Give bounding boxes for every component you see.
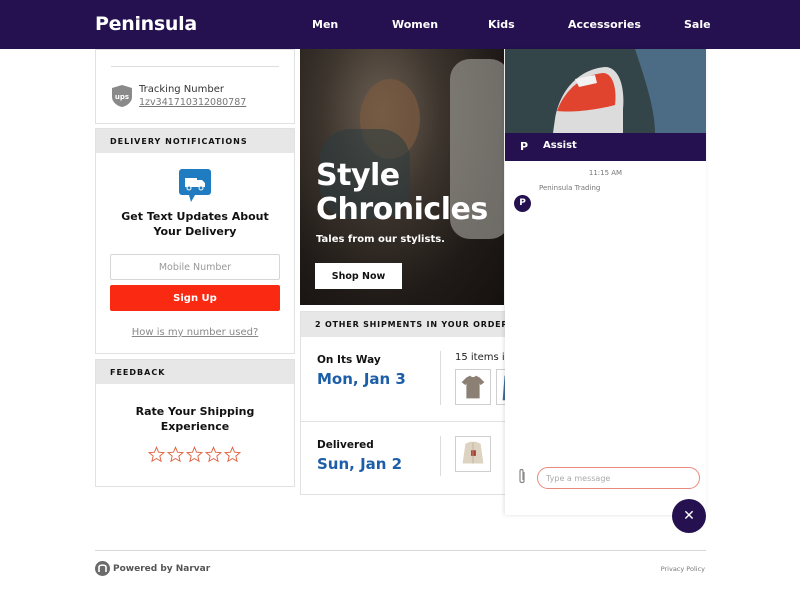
chat-header-photo (505, 49, 706, 133)
hero-title: Style Chronicles (316, 159, 488, 227)
chat-panel: P Assist 11:15 AM Peninsula Trading P (505, 49, 706, 515)
shipment-date: Sun, Jan 2 (317, 455, 403, 473)
text-updates-line1: Get Text Updates About (121, 210, 269, 223)
hero-title-line2: Chronicles (316, 192, 488, 227)
tracking-label: Tracking Number (139, 84, 224, 95)
tracking-number-link[interactable]: 1zv341710312080787 (139, 97, 246, 108)
star-icon[interactable] (148, 446, 165, 463)
divider (440, 436, 441, 476)
truck-message-icon (179, 169, 211, 202)
star-rating (148, 446, 241, 463)
hero-title-line1: Style (316, 158, 400, 193)
hero-subtitle: Tales from our stylists. (316, 234, 445, 245)
shipment-row[interactable]: Delivered Sun, Jan 2 (301, 422, 505, 494)
nav-men[interactable]: Men (312, 18, 338, 31)
shipment-status: Delivered (317, 439, 374, 451)
chat-title: Assist (543, 140, 577, 151)
items-count: 15 items inc (455, 352, 505, 363)
ups-logo-icon: ups (112, 85, 132, 107)
divider (111, 66, 279, 67)
chat-sender-avatar: P (514, 195, 531, 212)
nav-kids[interactable]: Kids (488, 18, 515, 31)
rate-shipping-title: Rate Your Shipping Experience (96, 404, 294, 434)
attachment-icon[interactable] (516, 468, 528, 486)
shop-now-button[interactable]: Shop Now (315, 263, 402, 289)
close-chat-button[interactable]: ✕ (672, 499, 706, 533)
nav-accessories[interactable]: Accessories (568, 18, 641, 31)
top-nav-bar: Peninsula Men Women Kids Accessories Sal… (0, 0, 800, 49)
narvar-logo-icon (95, 561, 110, 576)
chat-timestamp: 11:15 AM (588, 169, 623, 177)
other-shipments-panel: 2 OTHER SHIPMENTS IN YOUR ORDER On Its W… (300, 311, 506, 495)
nav-sale[interactable]: Sale (684, 18, 711, 31)
chat-header: P Assist (505, 133, 706, 161)
star-icon[interactable] (224, 446, 241, 463)
style-chronicles-banner: Style Chronicles Tales from our stylists… (300, 49, 504, 305)
sign-up-button[interactable]: Sign Up (110, 285, 280, 311)
product-thumbnail[interactable] (455, 369, 491, 405)
divider (440, 351, 441, 405)
feedback-card: FEEDBACK Rate Your Shipping Experience (95, 359, 295, 487)
star-icon[interactable] (186, 446, 203, 463)
other-shipments-heading: 2 OTHER SHIPMENTS IN YOUR ORDER (301, 312, 505, 337)
privacy-policy-link[interactable]: Privacy Policy (661, 565, 705, 573)
number-usage-link[interactable]: How is my number used? (96, 327, 294, 338)
fleece-jacket-icon (462, 441, 484, 464)
shipment-status: On Its Way (317, 354, 381, 366)
nav-women[interactable]: Women (392, 18, 438, 31)
text-updates-title: Get Text Updates About Your Delivery (96, 209, 294, 239)
footer-divider (95, 550, 706, 551)
tshirt-icon (461, 375, 485, 399)
text-updates-line2: Your Delivery (153, 225, 237, 238)
chat-brand-initial: P (520, 140, 529, 153)
star-icon[interactable] (167, 446, 184, 463)
svg-text:ups: ups (115, 93, 129, 101)
delivery-notifications-card: DELIVERY NOTIFICATIONS Get Text Updates … (95, 128, 295, 354)
rate-line2: Experience (160, 420, 230, 433)
powered-by-narvar[interactable]: Powered by Narvar (113, 564, 210, 574)
mobile-number-input[interactable] (110, 254, 280, 280)
star-icon[interactable] (205, 446, 222, 463)
brand-logo[interactable]: Peninsula (95, 13, 197, 35)
rate-line1: Rate Your Shipping (135, 405, 255, 418)
delivery-notifications-heading: DELIVERY NOTIFICATIONS (96, 129, 294, 153)
message-input[interactable] (537, 467, 700, 489)
shipment-date: Mon, Jan 3 (317, 370, 406, 388)
chat-sender-name: Peninsula Trading (539, 184, 601, 192)
shipment-row[interactable]: On Its Way Mon, Jan 3 15 items inc (301, 337, 505, 419)
feedback-heading: FEEDBACK (96, 360, 294, 384)
product-thumbnail[interactable] (455, 436, 491, 472)
tracking-card: ups Tracking Number 1zv341710312080787 (95, 49, 295, 124)
sneaker-photo (505, 49, 706, 133)
